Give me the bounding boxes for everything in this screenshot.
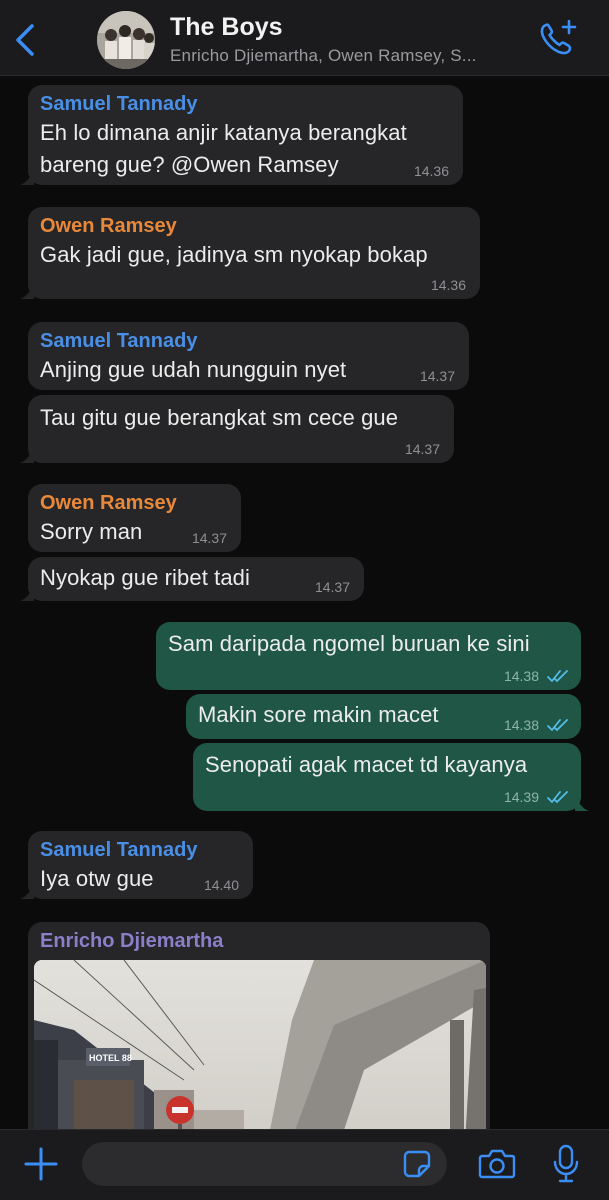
read-ticks-icon bbox=[547, 791, 568, 803]
bubble-tail bbox=[20, 447, 34, 463]
message-time: 14.36 bbox=[413, 163, 449, 179]
message-time: 14.39 bbox=[503, 789, 539, 805]
message-time: 14.37 bbox=[191, 530, 227, 546]
message-text: Sam daripada ngomel buruan ke sini bbox=[168, 631, 530, 656]
bubble-tail bbox=[20, 169, 34, 185]
sender-name: Samuel Tannady bbox=[40, 93, 198, 115]
sticker-button[interactable] bbox=[402, 1149, 432, 1179]
message-bubble[interactable]: Samuel Tannady Iya otw gue 14.40 bbox=[20, 831, 253, 899]
chat-header: The Boys Enricho Djiemartha, Owen Ramsey… bbox=[0, 0, 609, 76]
message-bubble[interactable]: Owen Ramsey Gak jadi gue, jadinya sm nyo… bbox=[20, 207, 480, 299]
message-input[interactable] bbox=[82, 1142, 447, 1186]
message-list[interactable]: Samuel Tannady Eh lo dimana anjir katany… bbox=[0, 77, 609, 1129]
composer-bar bbox=[0, 1129, 609, 1200]
message-time: 14.38 bbox=[503, 668, 539, 684]
message-time: 14.36 bbox=[430, 277, 466, 293]
message-text: Gak jadi gue, jadinya sm nyokap bokap bbox=[40, 242, 428, 267]
phone-add-icon bbox=[540, 19, 577, 55]
add-call-button[interactable] bbox=[536, 18, 580, 58]
sender-name: Owen Ramsey bbox=[40, 215, 177, 237]
attach-button[interactable] bbox=[22, 1145, 60, 1183]
message-bubble[interactable]: Nyokap gue ribet tadi 14.37 bbox=[20, 557, 364, 601]
chat-participants[interactable]: Enricho Djiemartha, Owen Ramsey, S... bbox=[170, 46, 525, 66]
message-time: 14.38 bbox=[503, 717, 539, 733]
bubble-tail bbox=[20, 883, 34, 899]
plus-icon bbox=[24, 1147, 58, 1181]
microphone-button[interactable] bbox=[551, 1143, 581, 1185]
sender-name: Owen Ramsey bbox=[40, 492, 177, 514]
sticker-icon bbox=[403, 1150, 431, 1178]
bubble-tail bbox=[575, 795, 589, 811]
bubble-tail bbox=[20, 283, 34, 299]
message-time: 14.37 bbox=[314, 579, 350, 595]
photo-message[interactable]: Enricho Djiemartha HOTEL 88 bbox=[28, 922, 490, 1129]
sender-name: Enricho Djiemartha bbox=[40, 930, 224, 952]
camera-icon bbox=[478, 1149, 516, 1179]
microphone-icon bbox=[553, 1144, 579, 1183]
message-bubble[interactable]: Samuel Tannady Anjing gue udah nungguin … bbox=[28, 322, 469, 390]
group-avatar[interactable] bbox=[97, 11, 155, 69]
message-text: Anjing gue udah nungguin nyet bbox=[40, 357, 347, 382]
bubble-tail bbox=[20, 585, 34, 601]
message-text: Nyokap gue ribet tadi bbox=[40, 565, 251, 590]
message-text: Eh lo dimana anjir katanya berangkat bar… bbox=[40, 120, 407, 177]
message-text: Senopati agak macet td kayanya bbox=[205, 752, 528, 777]
message-time: 14.37 bbox=[404, 441, 440, 457]
sender-name: Samuel Tannady bbox=[40, 839, 198, 861]
back-button[interactable] bbox=[10, 20, 42, 60]
message-bubble[interactable]: Tau gitu gue berangkat sm cece gue 14.37 bbox=[20, 395, 454, 463]
read-ticks-icon bbox=[547, 670, 568, 682]
chevron-left-icon bbox=[16, 24, 34, 56]
message-bubble[interactable]: Samuel Tannady Eh lo dimana anjir katany… bbox=[20, 85, 463, 185]
chat-title[interactable]: The Boys bbox=[170, 13, 283, 42]
message-text: Tau gitu gue berangkat sm cece gue bbox=[40, 405, 399, 430]
photo-attachment[interactable]: HOTEL 88 bbox=[34, 960, 486, 1129]
hotel-sign-text: HOTEL 88 bbox=[89, 1053, 132, 1063]
message-time: 14.37 bbox=[419, 368, 455, 384]
sender-name: Samuel Tannady bbox=[40, 330, 198, 352]
camera-button[interactable] bbox=[477, 1147, 517, 1181]
read-ticks-icon bbox=[547, 719, 568, 731]
group-photo bbox=[97, 11, 155, 69]
message-bubble[interactable]: Owen Ramsey Sorry man 14.37 bbox=[28, 484, 241, 552]
message-time: 14.40 bbox=[203, 877, 239, 893]
message-bubble[interactable]: Makin sore makin macet 14.38 bbox=[186, 694, 581, 739]
message-bubble[interactable]: Sam daripada ngomel buruan ke sini 14.38 bbox=[156, 622, 581, 690]
street-photo: HOTEL 88 bbox=[34, 960, 486, 1129]
message-bubble[interactable]: Senopati agak macet td kayanya 14.39 bbox=[193, 743, 589, 811]
